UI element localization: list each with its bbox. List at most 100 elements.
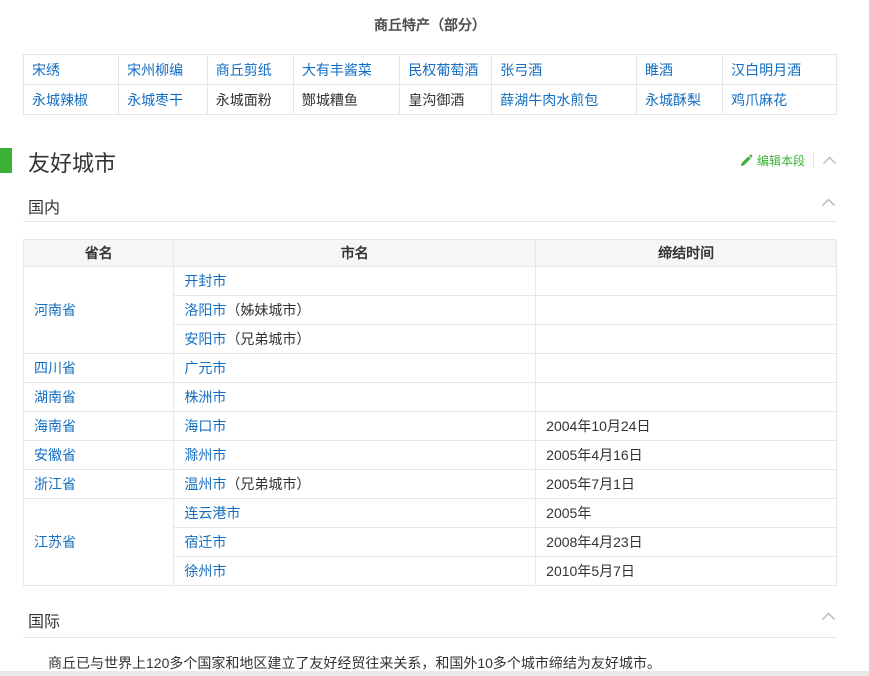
divider <box>813 153 814 167</box>
city-link[interactable]: 广元市 <box>184 360 226 376</box>
specialties-caption: 商丘特产（部分） <box>23 15 837 35</box>
specialty-link[interactable]: 睢酒 <box>645 62 673 78</box>
specialty-cell: 永城面粉 <box>207 85 293 115</box>
pencil-icon <box>740 154 753 167</box>
city-cell: 连云港市 <box>174 499 536 528</box>
specialties-table-body: 宋绣宋州柳编商丘剪纸大有丰酱菜民权葡萄酒张弓酒睢酒汉白明月酒永城辣椒永城枣干永城… <box>24 55 837 115</box>
specialty-cell: 皇沟御酒 <box>400 85 492 115</box>
tie-date: 2004年10月24日 <box>546 418 650 434</box>
domestic-table-row: 浙江省温州市（兄弟城市）2005年7月1日 <box>24 470 837 499</box>
city-cell: 滁州市 <box>174 441 536 470</box>
province-link[interactable]: 湖南省 <box>34 389 76 405</box>
province-link[interactable]: 河南省 <box>34 302 76 318</box>
specialty-row: 永城辣椒 永城枣干 永城面粉酂城糟鱼 皇沟御酒 薛湖牛肉水煎包 永城酥梨 鸡爪麻花 <box>24 85 837 115</box>
chevron-up-icon <box>822 156 837 165</box>
specialty-link[interactable]: 宋绣 <box>32 62 60 78</box>
divider <box>23 637 837 638</box>
city-link[interactable]: 株洲市 <box>184 389 226 405</box>
section-accent-bar <box>0 148 12 173</box>
specialty-link[interactable]: 永城辣椒 <box>32 92 88 108</box>
specialty-cell: 永城辣椒 <box>24 85 119 115</box>
domestic-table-row: 海南省 海口市 2004年10月24日 <box>24 412 837 441</box>
province-cell: 四川省 <box>24 354 174 383</box>
city-link[interactable]: 安阳市 <box>184 331 226 347</box>
column-header-province: 省名 <box>24 240 174 267</box>
subsection-title-international: 国际 <box>28 608 60 632</box>
specialty-link[interactable]: 薛湖牛肉水煎包 <box>500 92 598 108</box>
city-note: （姊妹城市） <box>226 302 310 318</box>
specialty-cell: 鸡爪麻花 <box>723 85 837 115</box>
city-link[interactable]: 温州市 <box>184 476 226 492</box>
city-link[interactable]: 洛阳市 <box>184 302 226 318</box>
specialties-table: 宋绣宋州柳编商丘剪纸大有丰酱菜民权葡萄酒张弓酒睢酒汉白明月酒永城辣椒永城枣干永城… <box>23 54 837 115</box>
specialty-link[interactable]: 鸡爪麻花 <box>731 92 787 108</box>
city-cell: 开封市 <box>174 267 536 296</box>
province-cell: 浙江省 <box>24 470 174 499</box>
domestic-table-header-row: 省名 市名 缔结时间 <box>24 240 837 267</box>
city-link[interactable]: 宿迁市 <box>184 534 226 550</box>
edit-section-button[interactable]: 编辑本段 <box>740 152 805 169</box>
tie-date: 2005年 <box>546 505 591 521</box>
province-link[interactable]: 江苏省 <box>34 534 76 550</box>
specialty-link[interactable]: 宋州柳编 <box>127 62 183 78</box>
section-collapse-button[interactable] <box>822 156 837 165</box>
specialty-text: 皇沟御酒 <box>408 92 464 108</box>
city-note: （兄弟城市） <box>226 331 310 347</box>
city-link[interactable]: 开封市 <box>184 273 226 289</box>
tie-date-cell: 2005年 <box>536 499 837 528</box>
specialty-cell: 商丘剪纸 <box>207 55 293 85</box>
tie-date-cell: 2004年10月24日 <box>536 412 837 441</box>
specialty-cell: 永城酥梨 <box>636 85 722 115</box>
specialty-cell: 汉白明月酒 <box>723 55 837 85</box>
chevron-up-icon <box>821 198 836 207</box>
city-link[interactable]: 滁州市 <box>184 447 226 463</box>
domestic-collapse-button[interactable] <box>821 198 836 207</box>
province-cell: 安徽省 <box>24 441 174 470</box>
city-link[interactable]: 徐州市 <box>184 563 226 579</box>
specialty-link[interactable]: 商丘剪纸 <box>216 62 272 78</box>
page-bottom-edge <box>0 671 869 676</box>
divider <box>23 221 837 222</box>
specialty-link[interactable]: 张弓酒 <box>500 62 542 78</box>
tie-date: 2010年5月7日 <box>546 563 635 579</box>
domestic-table-row: 湖南省 株洲市 <box>24 383 837 412</box>
province-link[interactable]: 海南省 <box>34 418 76 434</box>
tie-date-cell: 2008年4月23日 <box>536 528 837 557</box>
province-cell: 湖南省 <box>24 383 174 412</box>
city-cell: 株洲市 <box>174 383 536 412</box>
international-paragraph: 商丘已与世界上120多个国家和地区建立了友好经贸往来关系，和国外10多个城市缔结… <box>48 653 838 673</box>
specialty-link[interactable]: 大有丰酱菜 <box>302 62 372 78</box>
international-collapse-button[interactable] <box>821 612 836 621</box>
specialty-link[interactable]: 民权葡萄酒 <box>408 62 478 78</box>
city-cell: 宿迁市 <box>174 528 536 557</box>
city-link[interactable]: 连云港市 <box>184 505 240 521</box>
edit-section-label: 编辑本段 <box>757 152 805 169</box>
province-link[interactable]: 浙江省 <box>34 476 76 492</box>
province-cell: 海南省 <box>24 412 174 441</box>
tie-date: 2008年4月23日 <box>546 534 643 550</box>
specialty-link[interactable]: 永城酥梨 <box>645 92 701 108</box>
specialty-cell: 永城枣干 <box>119 85 208 115</box>
chevron-up-icon <box>821 612 836 621</box>
tie-date: 2005年7月1日 <box>546 476 635 492</box>
specialty-link[interactable]: 汉白明月酒 <box>731 62 801 78</box>
tie-date-cell <box>536 325 837 354</box>
specialty-cell: 大有丰酱菜 <box>293 55 400 85</box>
specialty-cell: 酂城糟鱼 <box>293 85 400 115</box>
specialty-cell: 民权葡萄酒 <box>400 55 492 85</box>
specialty-text: 酂城糟鱼 <box>302 92 358 108</box>
subsection-title-domestic: 国内 <box>28 194 60 218</box>
city-cell: 海口市 <box>174 412 536 441</box>
specialty-cell: 张弓酒 <box>492 55 637 85</box>
domestic-table-row: 安徽省滁州市2005年4月16日 <box>24 441 837 470</box>
city-link[interactable]: 海口市 <box>184 418 226 434</box>
city-cell: 广元市 <box>174 354 536 383</box>
city-cell: 洛阳市（姊妹城市） <box>174 296 536 325</box>
tie-date-cell <box>536 296 837 325</box>
section-title: 友好城市 <box>28 146 116 178</box>
province-link[interactable]: 四川省 <box>34 360 76 376</box>
specialty-cell: 睢酒 <box>636 55 722 85</box>
province-link[interactable]: 安徽省 <box>34 447 76 463</box>
specialty-link[interactable]: 永城枣干 <box>127 92 183 108</box>
domestic-table: 省名 市名 缔结时间 河南省开封市洛阳市（姊妹城市）安阳市（兄弟城市）四川省广元… <box>23 239 837 586</box>
